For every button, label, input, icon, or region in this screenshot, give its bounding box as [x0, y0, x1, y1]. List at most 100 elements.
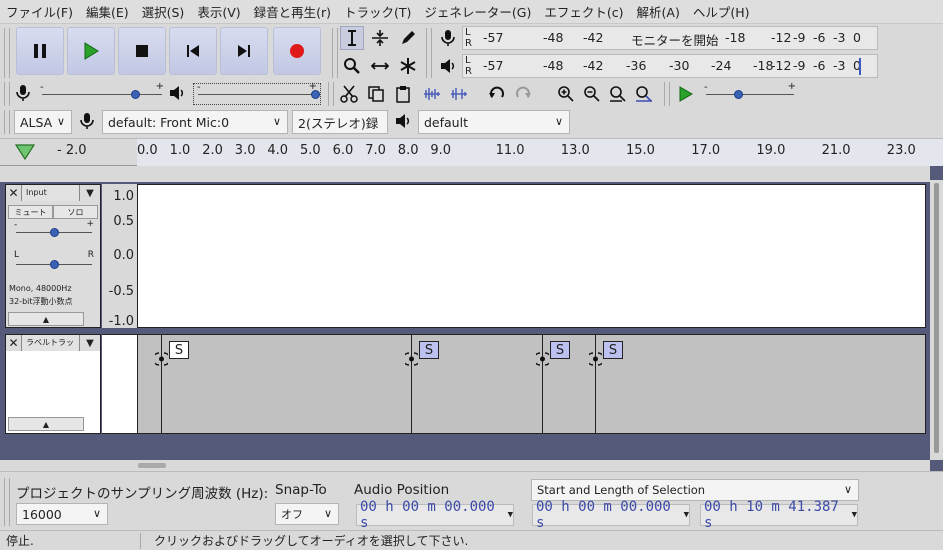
- close-track-button[interactable]: ✕: [6, 335, 22, 351]
- label-boundary-line[interactable]: [595, 335, 596, 433]
- undo-button[interactable]: [485, 82, 509, 106]
- menu-item[interactable]: エフェクト(c): [544, 2, 623, 21]
- toolbar-grip[interactable]: [4, 82, 10, 106]
- collapse-track-button[interactable]: ▲: [8, 417, 84, 431]
- selection-length-control[interactable]: 00 h 10 m 41.387 s ▼: [700, 499, 858, 531]
- playback-meter[interactable]: LR -57 -48 -42 -36 -30 -24 -18 -12 -9 -6 -3 0: [462, 54, 878, 78]
- label-drag-handle[interactable]: [533, 352, 552, 366]
- draw-tool[interactable]: [396, 26, 420, 50]
- pause-button[interactable]: [16, 27, 64, 75]
- selection-tool[interactable]: [340, 26, 364, 50]
- label-drag-handle[interactable]: [152, 352, 171, 366]
- vertical-scrollbar[interactable]: [930, 180, 943, 460]
- record-meter-button[interactable]: [436, 26, 460, 50]
- playback-meter-button[interactable]: [436, 54, 460, 78]
- menu-item[interactable]: ヘルプ(H): [693, 2, 750, 21]
- toolbar-grip[interactable]: [328, 82, 334, 106]
- skip-to-start-button[interactable]: [169, 27, 217, 75]
- menu-item[interactable]: 録音と再生(r): [254, 2, 331, 21]
- solo-button[interactable]: ソロ: [53, 205, 98, 219]
- timeline-scale[interactable]: - 2.0 0.0 1.0 2.0 3.0 4.0 5.0 6.0 7.0 8.0 9.0 11.0 1…: [57, 139, 943, 166]
- zoom-out-button[interactable]: [580, 82, 604, 106]
- slider-thumb[interactable]: [50, 260, 59, 269]
- audio-position-control[interactable]: 00 h 00 m 00.000 s ▼: [356, 499, 514, 531]
- label-text-box[interactable]: S: [169, 341, 189, 359]
- track-name-menu[interactable]: Input: [22, 185, 80, 201]
- close-track-button[interactable]: ✕: [6, 185, 22, 201]
- label-text-box[interactable]: S: [550, 341, 570, 359]
- fit-selection-button[interactable]: [606, 82, 630, 106]
- toolbar-grip[interactable]: [4, 478, 10, 526]
- output-device-select[interactable]: default ∨: [418, 110, 570, 134]
- silence-audio-button[interactable]: [447, 82, 471, 106]
- zoom-tool[interactable]: [340, 54, 364, 78]
- track-menu-dropdown[interactable]: ▼: [80, 338, 100, 349]
- label-drag-handle[interactable]: [402, 352, 421, 366]
- stop-button[interactable]: [118, 27, 166, 75]
- zoom-in-button[interactable]: [554, 82, 578, 106]
- menu-item[interactable]: ファイル(F): [6, 2, 73, 21]
- input-device-select[interactable]: default: Front Mic:0 ∨: [102, 110, 288, 134]
- play-speed-slider[interactable]: - +: [704, 81, 796, 104]
- mute-button[interactable]: ミュート: [8, 205, 53, 219]
- menu-item[interactable]: ジェネレーター(G): [424, 2, 531, 21]
- toolbar-grip[interactable]: [664, 82, 670, 106]
- ruler-tick-label: 15.0: [626, 143, 655, 158]
- redo-button[interactable]: [511, 82, 535, 106]
- record-volume-slider[interactable]: - +: [40, 81, 164, 104]
- selection-mode-select[interactable]: Start and Length of Selection ∨: [531, 479, 859, 501]
- pan-slider[interactable]: L R: [14, 250, 94, 269]
- monitor-start-label[interactable]: モニターを開始: [631, 30, 719, 49]
- toolbar-grip[interactable]: [4, 28, 10, 78]
- gain-slider[interactable]: - +: [14, 219, 94, 239]
- scrollbar-thumb[interactable]: [138, 463, 166, 468]
- waveform-area[interactable]: [137, 184, 926, 328]
- input-channels-select[interactable]: 2(ステレオ)録: [292, 110, 388, 134]
- audio-host-select[interactable]: ALSA ∨: [14, 110, 72, 134]
- slider-thumb[interactable]: [130, 90, 140, 99]
- audio-vertical-ruler[interactable]: 1.0 0.5 0.0 -0.5 -1.0: [102, 184, 137, 329]
- collapse-track-button[interactable]: ▲: [8, 312, 84, 326]
- toolbar-grip[interactable]: [332, 28, 338, 78]
- label-boundary-line[interactable]: [411, 335, 412, 433]
- menu-item[interactable]: トラック(T): [344, 2, 411, 21]
- toolbar-grip[interactable]: [4, 110, 10, 134]
- label-text-box[interactable]: S: [419, 341, 439, 359]
- play-button[interactable]: [67, 27, 115, 75]
- envelope-tool[interactable]: [368, 26, 392, 50]
- scrollbar-thumb[interactable]: [934, 183, 939, 453]
- toolbar-grip[interactable]: [426, 28, 432, 78]
- track-menu-dropdown[interactable]: ▼: [80, 188, 100, 199]
- track-name-menu[interactable]: ラベルトラック: [22, 335, 80, 363]
- horizontal-scrollbar[interactable]: [0, 460, 930, 471]
- copy-button[interactable]: [364, 82, 388, 106]
- label-boundary-line[interactable]: [542, 335, 543, 433]
- multi-tool[interactable]: [396, 54, 420, 78]
- slider-thumb[interactable]: [311, 90, 320, 99]
- record-meter[interactable]: LR -57 -48 -42 モニターを開始 -18 -12 -9 -6 -3 0: [462, 26, 878, 50]
- slider-thumb[interactable]: [50, 228, 59, 237]
- play-at-speed-button[interactable]: [674, 82, 698, 106]
- record-button[interactable]: [273, 27, 321, 75]
- project-rate-select[interactable]: 16000 ∨: [16, 503, 108, 525]
- cut-button[interactable]: [337, 82, 361, 106]
- menu-item[interactable]: 選択(S): [142, 2, 185, 21]
- paste-button[interactable]: [391, 82, 415, 106]
- fit-project-button[interactable]: [632, 82, 656, 106]
- label-text-box[interactable]: S: [603, 341, 623, 359]
- snap-to-select[interactable]: オフ ∨: [275, 503, 339, 525]
- label-track-area[interactable]: SSSS: [137, 334, 926, 434]
- timeline-ruler[interactable]: - 2.0 0.0 1.0 2.0 3.0 4.0 5.0 6.0 7.0 8.0 9.0 11.0 1…: [0, 138, 943, 166]
- slider-thumb[interactable]: [733, 90, 743, 99]
- menu-item[interactable]: 解析(A): [637, 2, 680, 21]
- label-drag-handle[interactable]: [586, 352, 605, 366]
- timeline-options-button[interactable]: [14, 142, 36, 165]
- time-shift-tool[interactable]: [368, 54, 392, 78]
- skip-to-end-button[interactable]: [220, 27, 268, 75]
- label-boundary-line[interactable]: [161, 335, 162, 433]
- selection-start-control[interactable]: 00 h 00 m 00.000 s ▼: [532, 499, 690, 531]
- trim-audio-button[interactable]: [420, 82, 444, 106]
- playback-volume-slider[interactable]: - +: [193, 81, 321, 105]
- menu-item[interactable]: 表示(V): [197, 2, 240, 21]
- menu-item[interactable]: 編集(E): [86, 2, 129, 21]
